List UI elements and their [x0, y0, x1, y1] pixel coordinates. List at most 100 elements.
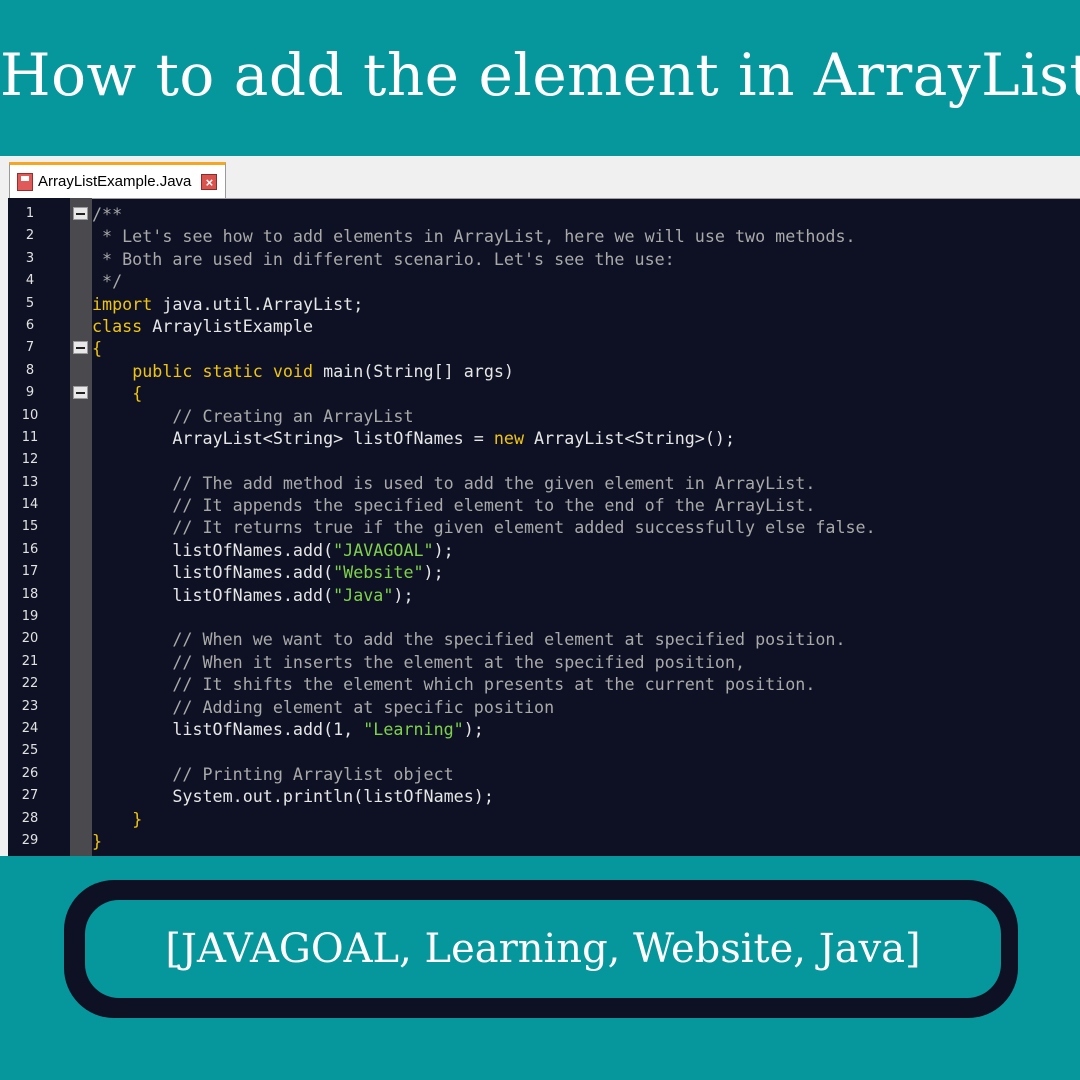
code-token: "Java"	[333, 584, 394, 605]
code-editor: ArrayListExample.Java × 1 /** 2 * Let's se…	[0, 156, 1080, 856]
code-line: 29}	[0, 830, 1080, 852]
code-line: 22 // It shifts the element which presen…	[0, 673, 1080, 695]
code-line: 6 class ArraylistExample	[0, 315, 1080, 337]
tab-bar: ArrayListExample.Java ×	[0, 156, 1080, 199]
line-number: 6	[25, 317, 35, 333]
code-token: System.out.println(listOfNames);	[92, 786, 494, 807]
code-token: );	[463, 718, 484, 739]
code-text: // It shifts the element which presents …	[92, 673, 815, 695]
code-token: }	[92, 830, 103, 851]
output-text: [JAVAGOAL, Learning, Website, Java]	[165, 926, 921, 972]
code-line: 15 // It returns true if the given eleme…	[0, 516, 1080, 538]
code-token: // It shifts the element which presents …	[92, 674, 816, 695]
code-token: "Website"	[333, 562, 424, 583]
code-line: 7{	[0, 337, 1080, 359]
code-token: */	[92, 271, 123, 292]
code-line: 1 /**	[0, 203, 1080, 225]
line-number: 25	[21, 743, 39, 759]
code-token: class	[92, 315, 143, 336]
page-title: How to add the element in ArrayList	[0, 41, 1080, 109]
line-number: 12	[21, 452, 39, 468]
code-line: 3 * Both are used in different scenario.…	[0, 248, 1080, 270]
line-number: 2	[25, 228, 35, 244]
code-text: // Adding element at specific position	[92, 696, 554, 718]
code-line: 13 // The add method is used to add the …	[0, 472, 1080, 494]
code-token: }	[132, 808, 143, 829]
line-number: 13	[21, 474, 39, 490]
line-number: 9	[25, 385, 35, 401]
code-token: // It appends the specified element to t…	[92, 495, 816, 516]
fold-collapse-icon[interactable]	[73, 207, 88, 220]
line-number: 26	[21, 765, 39, 781]
code-token: // When we want to add the specified ele…	[92, 629, 846, 650]
tab-arraylistexample[interactable]: ArrayListExample.Java ×	[9, 162, 226, 198]
code-token: public static void	[132, 360, 314, 381]
code-token: );	[393, 584, 414, 605]
line-number: 10	[21, 407, 39, 423]
code-token: // Creating an ArrayList	[92, 405, 414, 426]
code-text: public static void main(String[] args)	[92, 360, 514, 382]
line-number: 1	[25, 206, 35, 221]
code-token: "JAVAGOAL"	[333, 539, 434, 560]
code-line: 9 {	[0, 382, 1080, 404]
code-token: // The add method is used to add the giv…	[92, 472, 816, 493]
code-text: import java.util.ArrayList;	[92, 293, 363, 315]
line-number: 24	[21, 720, 39, 736]
code-token: );	[423, 562, 444, 583]
line-number: 16	[21, 541, 39, 557]
code-token: ArrayList<String> listOfNames =	[92, 427, 494, 448]
line-number: 21	[21, 653, 39, 669]
code-token: listOfNames.add(	[92, 539, 334, 560]
code-line: 12	[0, 449, 1080, 471]
code-token: listOfNames.add(	[92, 584, 334, 605]
code-token: ArrayList<String>();	[524, 427, 735, 448]
line-number: 17	[21, 564, 39, 580]
code-token: ArraylistExample	[142, 315, 314, 336]
code-text: }	[92, 808, 142, 830]
unsaved-file-icon	[17, 172, 33, 191]
code-text: class ArraylistExample	[92, 315, 313, 337]
code-token: {	[92, 338, 103, 359]
code-text: }	[92, 830, 102, 852]
code-token: /**	[92, 204, 123, 224]
line-number: 4	[25, 273, 35, 289]
code-line: 19	[0, 606, 1080, 628]
code-line: 11 ArrayList<String> listOfNames = new A…	[0, 427, 1080, 449]
output-panel: [JAVAGOAL, Learning, Website, Java]	[85, 900, 1001, 998]
line-number: 23	[21, 698, 39, 714]
fold-collapse-icon[interactable]	[73, 386, 88, 400]
code-text: * Both are used in different scenario. L…	[92, 248, 675, 270]
code-token: main(String[] args)	[313, 360, 514, 381]
code-token: import	[92, 293, 153, 314]
tab-label: ArrayListExample.Java	[38, 173, 192, 190]
code-line: 4 */	[0, 270, 1080, 292]
code-line: 16 listOfNames.add("JAVAGOAL");	[0, 539, 1080, 561]
fold-collapse-icon[interactable]	[73, 341, 88, 355]
line-number: 8	[25, 362, 35, 378]
code-token: listOfNames.add(1,	[92, 718, 364, 739]
code-text: // Creating an ArrayList	[92, 405, 414, 427]
line-number: 3	[25, 250, 35, 266]
line-number: 11	[21, 429, 39, 445]
code-lines: 1 /** 2 * Let's see how to add elements in…	[0, 203, 1080, 852]
line-number: 20	[21, 631, 39, 647]
code-line: 27 System.out.println(listOfNames);	[0, 785, 1080, 807]
code-line: 26 // Printing Arraylist object	[0, 763, 1080, 785]
close-icon[interactable]: ×	[201, 173, 218, 190]
code-text: // It appends the specified element to t…	[92, 494, 815, 516]
code-token: listOfNames.add(	[92, 562, 334, 583]
line-number: 19	[21, 609, 39, 625]
line-number: 18	[21, 586, 39, 602]
line-number: 27	[21, 788, 39, 804]
code-token: * Both are used in different scenario. L…	[92, 248, 675, 269]
code-token: * Let's see how to add elements in Array…	[92, 226, 856, 247]
code-text: {	[92, 337, 102, 359]
code-token: // When it inserts the element at the sp…	[92, 651, 746, 672]
code-text: System.out.println(listOfNames);	[92, 785, 494, 807]
code-text: * Let's see how to add elements in Array…	[92, 225, 856, 247]
code-token: java.util.ArrayList;	[152, 293, 364, 314]
line-number: 15	[21, 519, 39, 535]
